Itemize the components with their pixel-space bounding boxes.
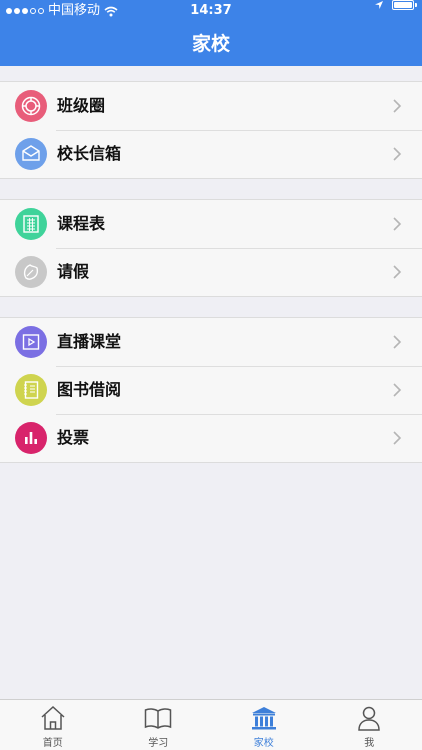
chevron-right-icon [393, 99, 402, 113]
menu-item-label: 投票 [57, 428, 90, 447]
menu-item-timetable[interactable]: 课程表 [0, 200, 422, 248]
menu-item-label: 请假 [57, 262, 90, 281]
circle-target-icon [15, 90, 47, 122]
tab-study[interactable]: 学习 [106, 700, 212, 750]
leaf-icon [15, 256, 47, 288]
menu-group-2: 课程表 请假 [0, 199, 422, 297]
battery-icon [392, 0, 417, 10]
calendar-grid-icon [15, 208, 47, 240]
envelope-icon [15, 138, 47, 170]
home-icon [41, 705, 65, 730]
tab-me[interactable]: 我 [317, 700, 422, 750]
chevron-right-icon [393, 335, 402, 349]
menu-item-label: 校长信箱 [57, 144, 122, 163]
tab-label: 我 [364, 738, 375, 749]
nav-header: 中国移动 14:37 家校 [0, 0, 422, 66]
tab-home-school[interactable]: 家校 [211, 700, 317, 750]
menu-group-1: 班级圈 校长信箱 [0, 81, 422, 179]
menu-item-label: 图书借阅 [57, 380, 122, 399]
tab-home[interactable]: 首页 [0, 700, 106, 750]
location-arrow-icon [375, 1, 383, 9]
play-icon [15, 326, 47, 358]
tab-bar: 首页 学习 家校 我 [0, 699, 422, 750]
menu-item-label: 直播课堂 [57, 332, 122, 351]
menu-item-live-class[interactable]: 直播课堂 [0, 318, 422, 366]
tab-label: 首页 [42, 738, 63, 749]
menu-item-label: 班级圈 [57, 96, 106, 115]
chevron-right-icon [393, 265, 402, 279]
school-icon [251, 707, 276, 730]
menu-item-book-borrow[interactable]: 图书借阅 [0, 366, 422, 414]
notebook-icon [15, 374, 47, 406]
tab-label: 学习 [148, 738, 169, 749]
chevron-right-icon [393, 217, 402, 231]
menu-group-3: 直播课堂 图书借阅 投票 [0, 317, 422, 463]
chevron-right-icon [393, 147, 402, 161]
menu-item-class-circle[interactable]: 班级圈 [0, 82, 422, 130]
book-icon [145, 708, 172, 729]
bar-chart-icon [15, 422, 47, 454]
menu-item-label: 课程表 [57, 214, 106, 233]
chevron-right-icon [393, 431, 402, 445]
person-icon [358, 706, 381, 731]
menu-item-vote[interactable]: 投票 [0, 414, 422, 462]
tab-label: 家校 [253, 738, 274, 749]
status-bar: 中国移动 14:37 [0, 0, 422, 22]
status-time: 14:37 [190, 3, 232, 18]
page-title: 家校 [191, 33, 230, 55]
menu-item-principal-mailbox[interactable]: 校长信箱 [0, 130, 422, 178]
chevron-right-icon [393, 383, 402, 397]
menu-item-leave-request[interactable]: 请假 [0, 248, 422, 296]
